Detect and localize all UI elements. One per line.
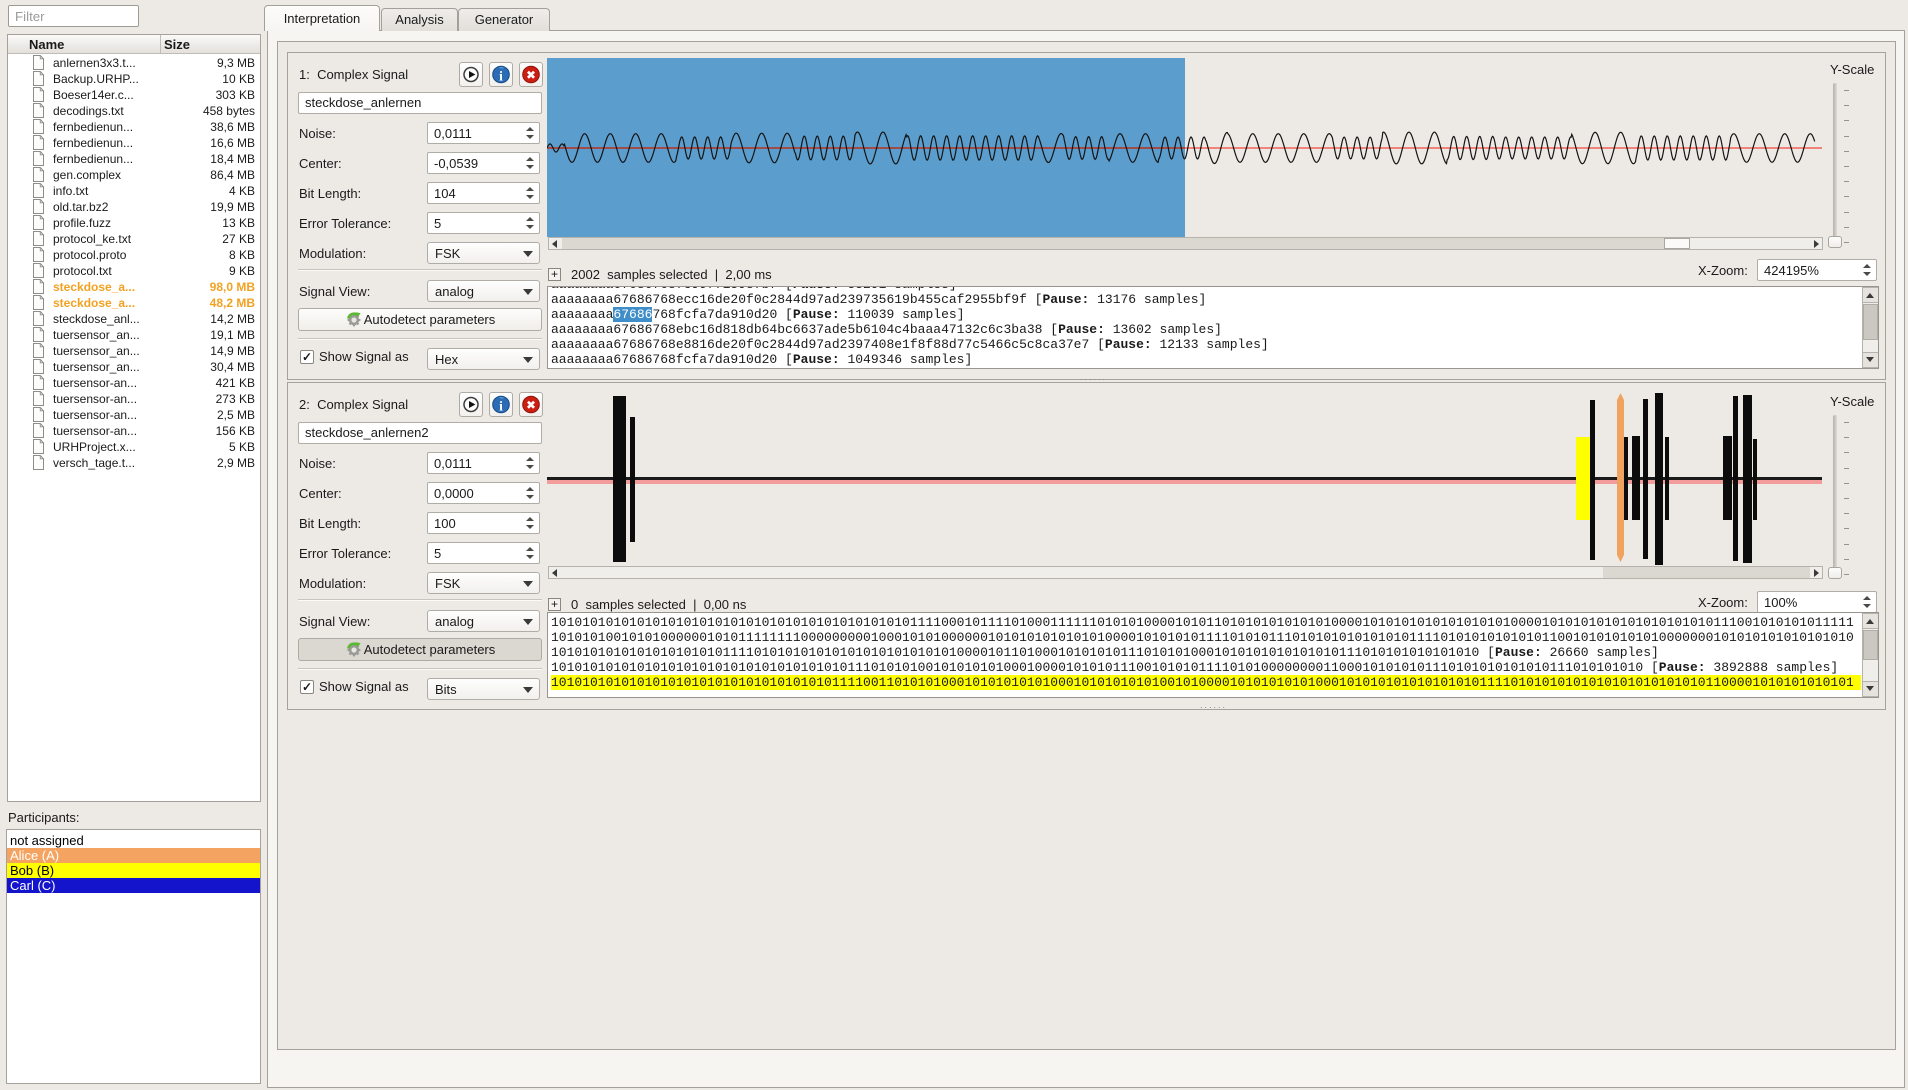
- svg-text:i: i: [499, 398, 503, 413]
- svg-text:i: i: [499, 68, 503, 83]
